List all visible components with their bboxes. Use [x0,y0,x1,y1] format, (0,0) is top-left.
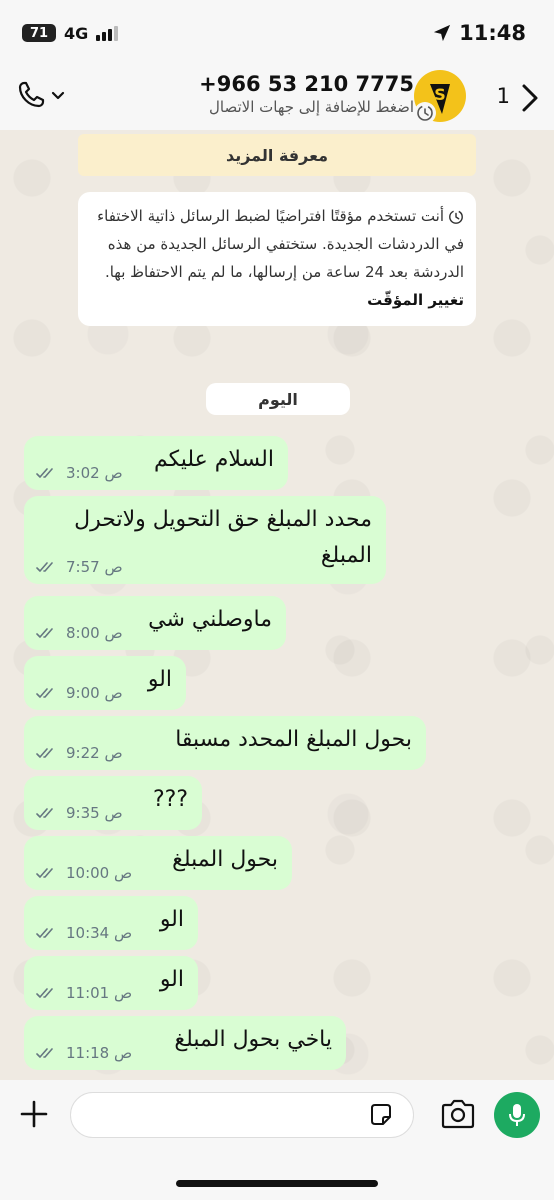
message-time: 10:34 ص [66,924,133,942]
status-left: 71 4G [22,23,119,43]
message-meta: 3:02 ص [36,464,123,482]
double-check-icon [36,562,53,572]
timer-icon [449,209,463,224]
message-time: 3:02 ص [66,464,123,482]
message-bubble[interactable]: بحول المبلغ 10:00 ص [24,836,292,890]
message-time: 10:00 ص [66,864,133,882]
mic-button[interactable] [494,1092,540,1138]
network-type: 4G [64,23,89,43]
double-check-icon [36,868,53,878]
message-meta: 11:01 ص [36,984,132,1002]
microphone-icon [509,1104,525,1126]
message-meta: 9:35 ص [36,804,123,822]
chevron-down-icon [51,91,65,100]
message-bubble[interactable]: الو 10:34 ص [24,896,198,950]
battery-indicator: 71 [22,24,56,42]
message-meta: 11:18 ص [36,1044,132,1062]
disappearing-messages-notice: أنت تستخدم مؤقتًا افتراضيًا لضبط الرسائل… [78,192,476,326]
message-meta: 8:00 ص [36,624,123,642]
message-time: 9:22 ص [66,744,123,762]
message-bubble[interactable]: الو 9:00 ص [24,656,186,710]
message-time: 9:35 ص [66,804,123,822]
double-check-icon [36,808,53,818]
double-check-icon [36,688,53,698]
message-meta: 10:00 ص [36,864,132,882]
signal-icon [96,25,119,41]
message-bubble[interactable]: ماوصلني شي 8:00 ص [24,596,286,650]
message-time: 9:00 ص [66,684,123,702]
chat-area[interactable]: معرفة المزيد أنت تستخدم مؤقتًا افتراضيًا… [0,130,554,1080]
change-timer-link[interactable]: تغيير المؤقّت [367,291,464,309]
learn-more-banner[interactable]: معرفة المزيد [78,134,476,176]
contact-info[interactable]: +966 53 210 7775 اضغط للإضافة إلى جهات ا… [199,72,414,116]
contact-subtitle: اضغط للإضافة إلى جهات الاتصال [209,98,414,116]
message-time: 8:00 ص [66,624,123,642]
location-arrow-icon [434,24,451,42]
unread-count: 1 [496,84,510,108]
chat-header: +966 53 210 7775 اضغط للإضافة إلى جهات ا… [0,66,554,130]
svg-text:S: S [434,85,446,104]
day-separator: اليوم [206,383,350,415]
notice-text: أنت تستخدم مؤقتًا افتراضيًا لضبط الرسائل… [97,207,464,281]
double-check-icon [36,1048,53,1058]
status-right: 11:48 [433,21,526,45]
message-meta: 10:34 ص [36,924,132,942]
camera-icon[interactable] [440,1098,476,1130]
message-time: 7:57 ص [66,558,123,576]
timer-icon [417,105,433,121]
message-bubble[interactable]: ??? 9:35 ص [24,776,202,830]
back-chevron-icon[interactable] [518,82,542,114]
composer-bar [0,1080,554,1200]
double-check-icon [36,988,53,998]
message-meta: 7:57 ص [36,558,123,576]
double-check-icon [36,468,53,478]
message-bubble[interactable]: بحول المبلغ المحدد مسبقا 9:22 ص [24,716,426,770]
disappearing-timer-badge [414,102,436,124]
call-button[interactable] [16,80,66,110]
phone-icon [18,81,45,108]
message-bubble[interactable]: ياخي بحول المبلغ 11:18 ص [24,1016,346,1070]
message-bubble[interactable]: السلام عليكم 3:02 ص [24,436,288,490]
message-bubble[interactable]: محدد المبلغ حق التحويل ولاتحرل المبلغ 7:… [24,496,386,584]
contact-number: +966 53 210 7775 [199,72,414,96]
message-input[interactable] [70,1092,414,1138]
message-meta: 9:22 ص [36,744,123,762]
plus-icon[interactable] [18,1098,50,1130]
double-check-icon [36,628,53,638]
clock: 11:48 [459,21,526,45]
message-time: 11:18 ص [66,1044,133,1062]
double-check-icon [36,748,53,758]
double-check-icon [36,928,53,938]
message-time: 11:01 ص [66,984,133,1002]
message-meta: 9:00 ص [36,684,123,702]
home-indicator [176,1180,378,1187]
sticker-icon[interactable] [368,1102,394,1128]
message-bubble[interactable]: الو 11:01 ص [24,956,198,1010]
status-bar: 71 4G 11:48 [0,0,554,66]
